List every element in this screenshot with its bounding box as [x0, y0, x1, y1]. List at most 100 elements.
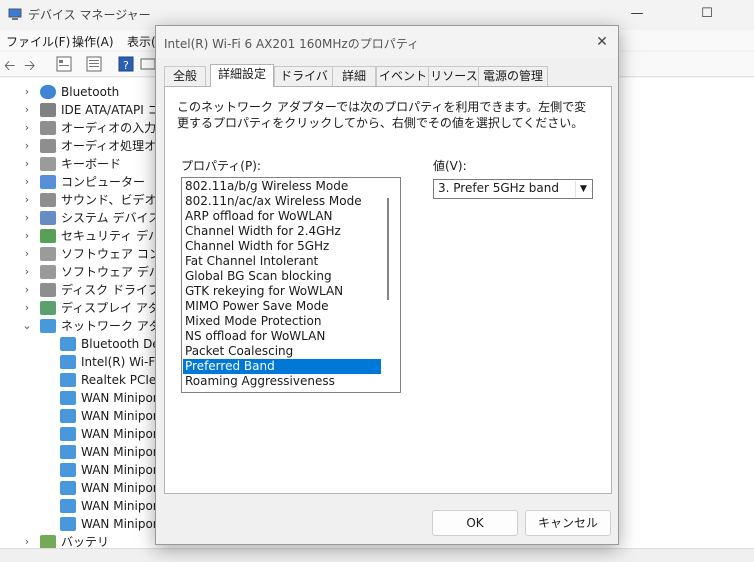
- disk-drive-icon: [40, 283, 56, 297]
- ok-button[interactable]: OK: [432, 510, 518, 536]
- chevron-right-icon[interactable]: ›: [22, 137, 32, 155]
- chevron-right-icon[interactable]: ›: [22, 263, 32, 281]
- chevron-right-icon[interactable]: ›: [22, 209, 32, 227]
- tab-details[interactable]: 詳細: [332, 66, 376, 86]
- tab-general[interactable]: 全般: [164, 66, 206, 86]
- cancel-button[interactable]: キャンセル: [525, 510, 611, 536]
- property-list-item[interactable]: GTK rekeying for WoWLAN: [183, 284, 381, 299]
- menu-action[interactable]: 操作(A): [72, 33, 114, 50]
- advanced-tab-panel: このネットワーク アダプターでは次のプロパティを利用できます。左側で変更するプロ…: [164, 86, 612, 494]
- main-title-bar: デバイス マネージャー — ☐: [0, 0, 754, 28]
- chevron-right-icon[interactable]: ›: [22, 191, 32, 209]
- property-list-item[interactable]: Roaming Aggressiveness: [183, 374, 381, 389]
- property-list-item[interactable]: Fat Channel Intolerant: [183, 254, 381, 269]
- tree-item-label: WAN Minipor: [81, 391, 158, 405]
- property-list-item[interactable]: Channel Width for 5GHz: [183, 239, 381, 254]
- network-adapter-icon: [60, 499, 76, 513]
- tree-item-label: WAN Minipor: [81, 445, 158, 459]
- software-device-icon: [40, 265, 56, 279]
- audio-input-icon: [40, 121, 56, 135]
- tree-item-label: ディスク ドライブ: [61, 283, 160, 297]
- property-list-item[interactable]: MIMO Power Save Mode: [183, 299, 381, 314]
- status-bar: [0, 548, 754, 562]
- menu-view[interactable]: 表示(: [127, 33, 156, 50]
- network-adapter-icon: [60, 355, 76, 369]
- bluetooth-icon: [40, 85, 56, 99]
- chevron-down-icon[interactable]: ⌄: [22, 317, 32, 335]
- tree-item-label: Bluetooth: [61, 85, 120, 99]
- network-adapter-icon: [60, 391, 76, 405]
- tab-power-management[interactable]: 電源の管理: [478, 66, 548, 86]
- property-list-item[interactable]: 802.11n/ac/ax Wireless Mode: [183, 194, 381, 209]
- menu-file[interactable]: ファイル(F): [6, 33, 70, 50]
- dialog-title: Intel(R) Wi-Fi 6 AX201 160MHzのプロパティ: [164, 37, 419, 51]
- property-list-item[interactable]: Global BG Scan blocking: [183, 269, 381, 284]
- listbox-scroll-thumb[interactable]: [387, 198, 389, 300]
- description-text: このネットワーク アダプターでは次のプロパティを利用できます。左側で変更するプロ…: [177, 100, 587, 130]
- details-view-icon[interactable]: [86, 56, 102, 72]
- app-title: デバイス マネージャー: [28, 8, 151, 22]
- help-icon[interactable]: ?: [118, 56, 134, 72]
- tree-item-label: WAN Minipor: [81, 481, 158, 495]
- tree-item-label: キーボード: [61, 157, 122, 171]
- scan-hardware-icon[interactable]: [140, 56, 156, 72]
- tab-events[interactable]: イベント: [376, 66, 430, 86]
- property-list-item[interactable]: NS offload for WoWLAN: [183, 329, 381, 344]
- security-device-icon: [40, 229, 56, 243]
- maximize-button[interactable]: ☐: [684, 0, 730, 28]
- value-select[interactable]: 3. Prefer 5GHz band ▼: [433, 179, 593, 199]
- chevron-right-icon[interactable]: ›: [22, 83, 32, 101]
- network-adapter-icon: [60, 337, 76, 351]
- forward-arrow-icon[interactable]: 🡢: [24, 55, 35, 79]
- device-manager-icon: [8, 8, 22, 20]
- close-icon[interactable]: ✕: [592, 32, 612, 52]
- property-list-item[interactable]: ARP offload for WoWLAN: [183, 209, 381, 224]
- chevron-right-icon[interactable]: ›: [22, 119, 32, 137]
- minimize-button[interactable]: —: [614, 0, 660, 28]
- chevron-down-icon[interactable]: ▼: [575, 181, 591, 197]
- property-list-item[interactable]: Preferred Band: [183, 359, 381, 374]
- chevron-right-icon[interactable]: ›: [22, 299, 32, 317]
- system-device-icon: [40, 211, 56, 225]
- value-label: 値(V):: [433, 159, 467, 173]
- tree-item-label: システム デバイス: [61, 211, 161, 225]
- tab-strip: 全般 詳細設定 ドライバー 詳細 イベント リソース 電源の管理: [164, 64, 610, 102]
- keyboard-icon: [40, 157, 56, 171]
- property-listbox[interactable]: 802.11a/b/g Wireless Mode 802.11n/ac/ax W…: [181, 177, 401, 393]
- value-selected-text: 3. Prefer 5GHz band: [438, 181, 559, 195]
- chevron-right-icon[interactable]: ›: [22, 227, 32, 245]
- network-adapter-icon: [60, 445, 76, 459]
- properties-sheet-icon[interactable]: [56, 56, 72, 72]
- chevron-right-icon[interactable]: ›: [22, 155, 32, 173]
- tree-item-label: Bluetooth Dev: [81, 337, 167, 351]
- tree-item-label: WAN Minipor: [81, 427, 158, 441]
- chevron-right-icon[interactable]: ›: [22, 101, 32, 119]
- network-adapter-icon: [60, 517, 76, 531]
- network-adapter-icon: [60, 481, 76, 495]
- chevron-right-icon[interactable]: ›: [22, 173, 32, 191]
- battery-icon: [40, 535, 56, 549]
- software-component-icon: [40, 247, 56, 261]
- tab-resources[interactable]: リソース: [428, 66, 480, 86]
- tab-driver[interactable]: ドライバー: [274, 66, 334, 102]
- tab-advanced[interactable]: 詳細設定: [210, 64, 274, 87]
- dialog-title-bar: Intel(R) Wi-Fi 6 AX201 160MHzのプロパティ ✕: [156, 26, 618, 58]
- network-adapter-icon: [60, 409, 76, 423]
- svg-text:?: ?: [123, 59, 129, 72]
- tree-item-label: WAN Minipor: [81, 463, 158, 477]
- property-list-item[interactable]: 802.11a/b/g Wireless Mode: [183, 179, 381, 194]
- network-adapter-icon: [60, 373, 76, 387]
- property-list-item[interactable]: Channel Width for 2.4GHz: [183, 224, 381, 239]
- property-list-item[interactable]: Packet Coalescing: [183, 344, 381, 359]
- audio-processing-icon: [40, 139, 56, 153]
- chevron-right-icon[interactable]: ›: [22, 281, 32, 299]
- property-list-item[interactable]: Mixed Mode Protection: [183, 314, 381, 329]
- network-adapter-icon: [40, 319, 56, 333]
- ide-controller-icon: [40, 103, 56, 117]
- tree-item-label: WAN Minipor: [81, 499, 158, 513]
- computer-icon: [40, 175, 56, 189]
- chevron-right-icon[interactable]: ›: [22, 245, 32, 263]
- back-arrow-icon[interactable]: 🡠: [4, 55, 15, 79]
- display-adapter-icon: [40, 301, 56, 315]
- tree-item-label: コンピューター: [61, 175, 146, 189]
